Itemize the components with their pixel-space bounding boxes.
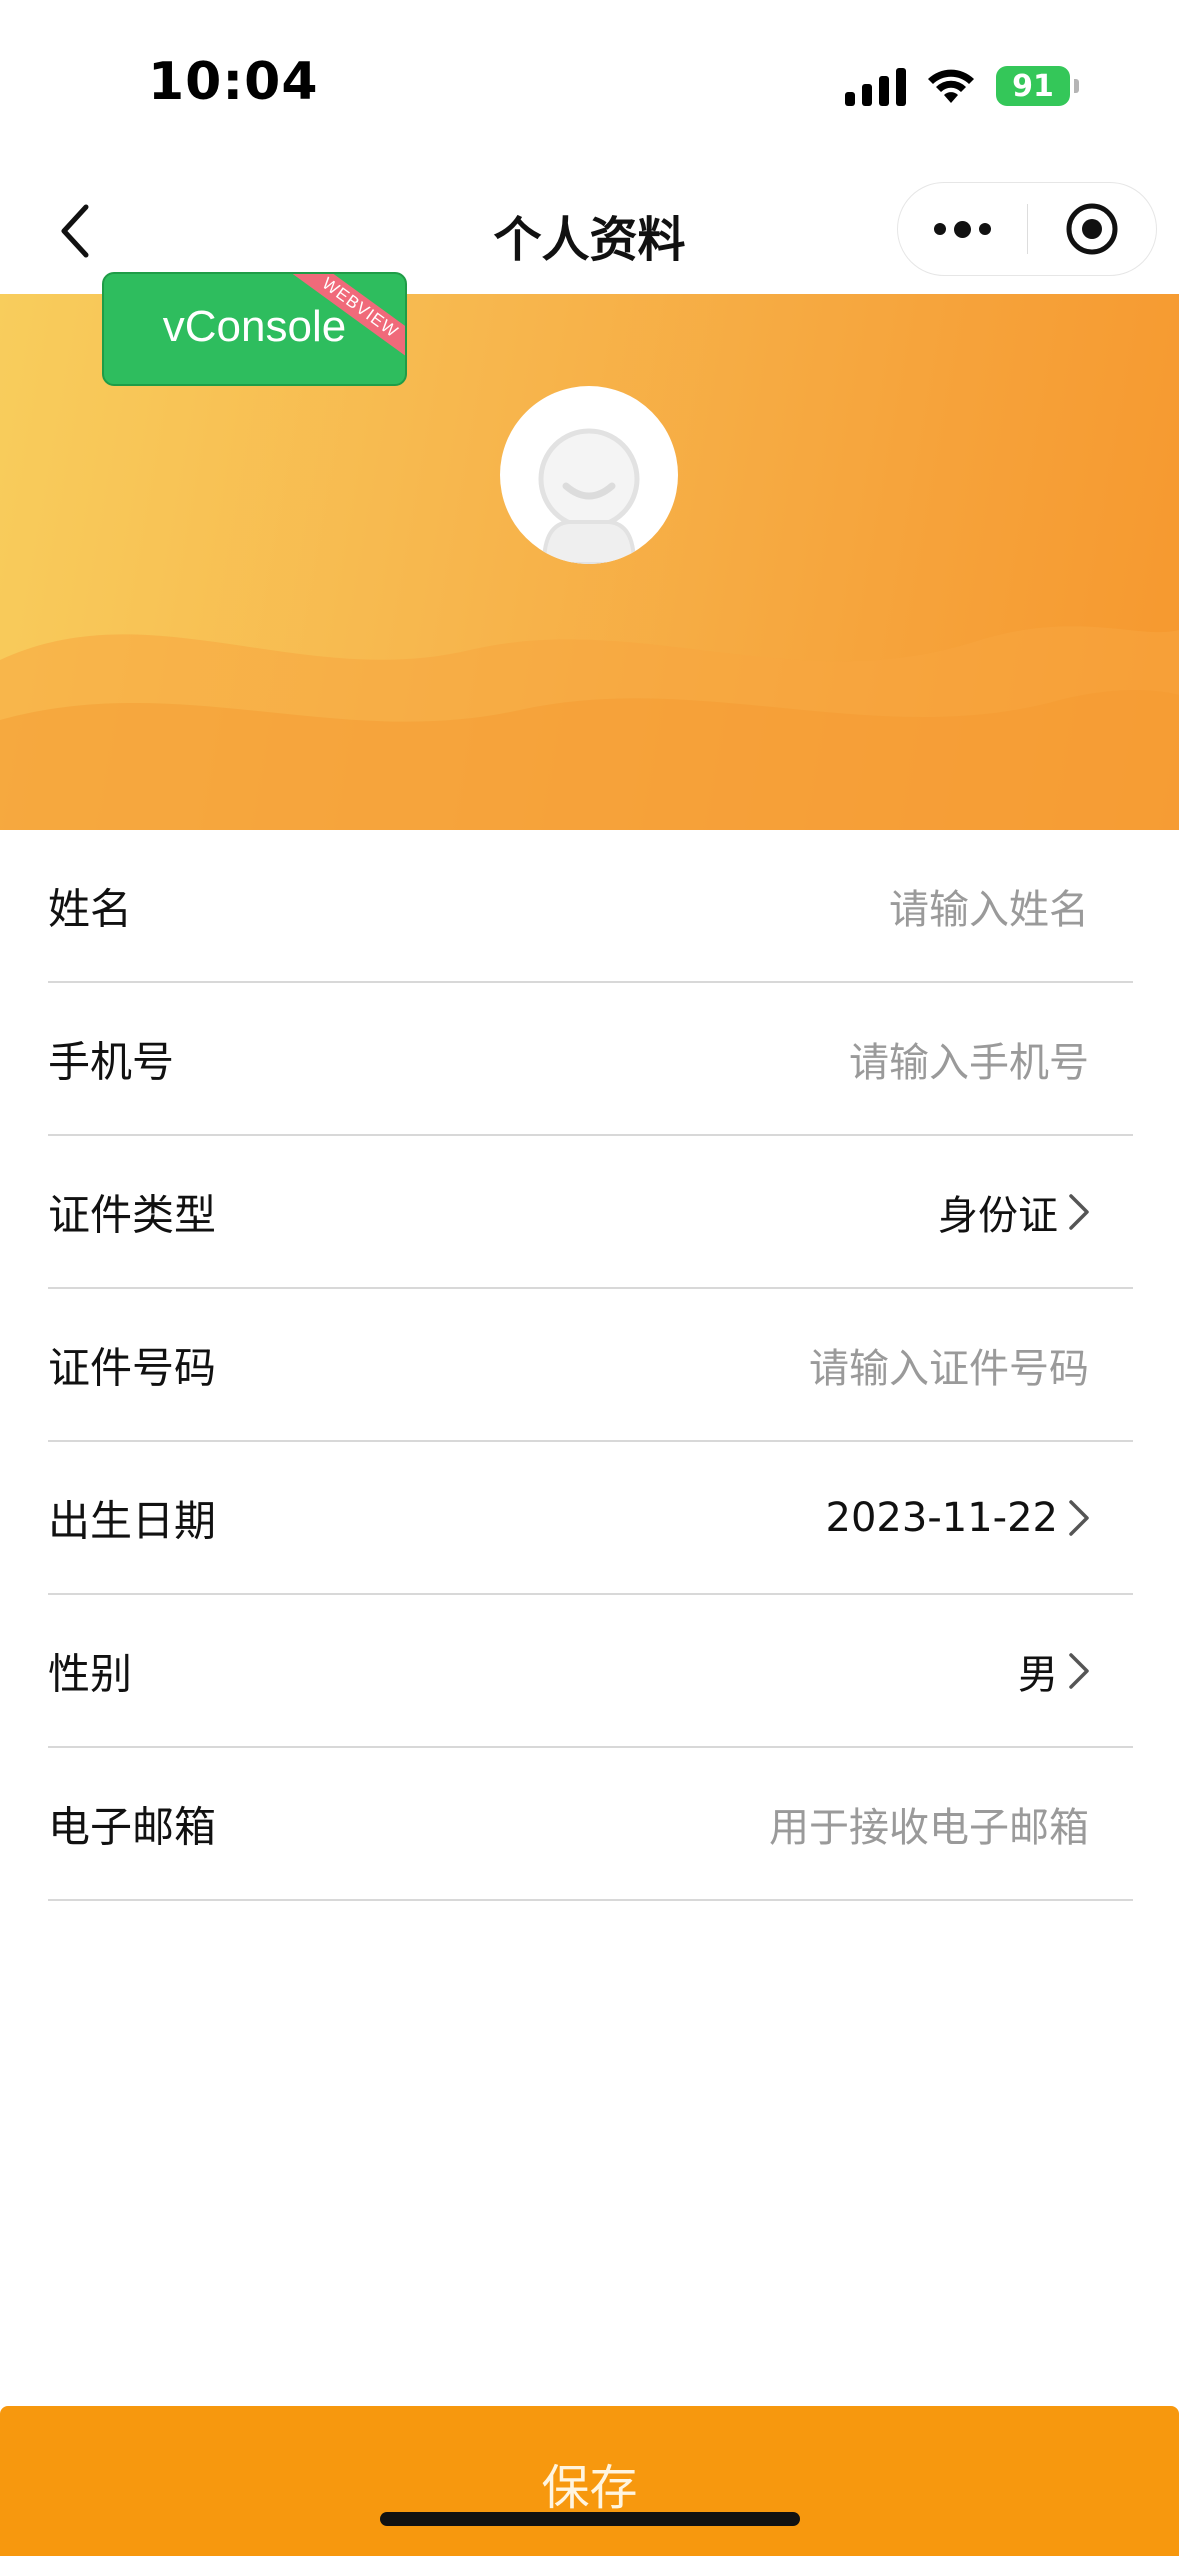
id-number-label: 证件号码 [48, 1343, 217, 1392]
battery-charging-icon: 91 [996, 66, 1079, 106]
id-type-label: 证件类型 [48, 1190, 217, 1239]
form-row-phone[interactable]: 手机号 请输入手机号 [48, 983, 1133, 1136]
signal-icon [845, 66, 906, 106]
chevron-right-icon [1069, 1499, 1089, 1536]
form-row-birthday[interactable]: 出生日期 2023-11-22 [48, 1442, 1133, 1595]
gender-select[interactable]: 男 [1018, 1642, 1058, 1700]
form-row-id-type[interactable]: 证件类型 身份证 [48, 1136, 1133, 1289]
more-button[interactable] [898, 182, 1027, 276]
avatar[interactable] [500, 386, 678, 564]
email-label: 电子邮箱 [48, 1802, 217, 1851]
gender-label: 性别 [48, 1649, 133, 1698]
save-button[interactable]: 保存 [0, 2406, 1179, 2556]
id-number-input[interactable]: 请输入证件号码 [809, 1336, 1089, 1394]
close-miniprogram-button[interactable] [1028, 182, 1156, 276]
birthday-picker[interactable]: 2023-11-22 [826, 1495, 1058, 1541]
form-row-id-number[interactable]: 证件号码 请输入证件号码 [48, 1289, 1133, 1442]
home-indicator [380, 2512, 800, 2526]
birthday-label: 出生日期 [48, 1496, 217, 1545]
profile-form: 姓名 请输入姓名 手机号 请输入手机号 证件类型 身份证 证件号码 请输入证件号… [48, 830, 1133, 1901]
name-label: 姓名 [48, 884, 133, 933]
status-bar: 10:04 91 [0, 0, 1179, 170]
form-row-name[interactable]: 姓名 请输入姓名 [48, 830, 1133, 983]
email-input[interactable]: 用于接收电子邮箱 [769, 1795, 1089, 1853]
wifi-icon [928, 69, 974, 103]
status-icons: 91 [845, 62, 1079, 110]
default-avatar-icon [538, 428, 640, 564]
form-row-gender[interactable]: 性别 男 [48, 1595, 1133, 1748]
more-dots-icon [934, 223, 946, 235]
form-row-email[interactable]: 电子邮箱 用于接收电子邮箱 [48, 1748, 1133, 1901]
phone-label: 手机号 [48, 1037, 175, 1086]
battery-level: 91 [996, 66, 1070, 106]
chevron-right-icon [1069, 1193, 1089, 1230]
phone-input[interactable]: 请输入手机号 [849, 1030, 1089, 1088]
save-label: 保存 [541, 2460, 638, 2516]
chevron-right-icon [1069, 1652, 1089, 1689]
banner-waves [0, 626, 1179, 830]
target-circle-icon [1066, 203, 1118, 255]
name-input[interactable]: 请输入姓名 [889, 877, 1089, 935]
id-type-select[interactable]: 身份证 [938, 1183, 1058, 1241]
vconsole-button[interactable]: vConsole WEBVIEW [102, 272, 407, 386]
miniprogram-capsule [897, 182, 1157, 276]
status-time: 10:04 [148, 52, 319, 112]
